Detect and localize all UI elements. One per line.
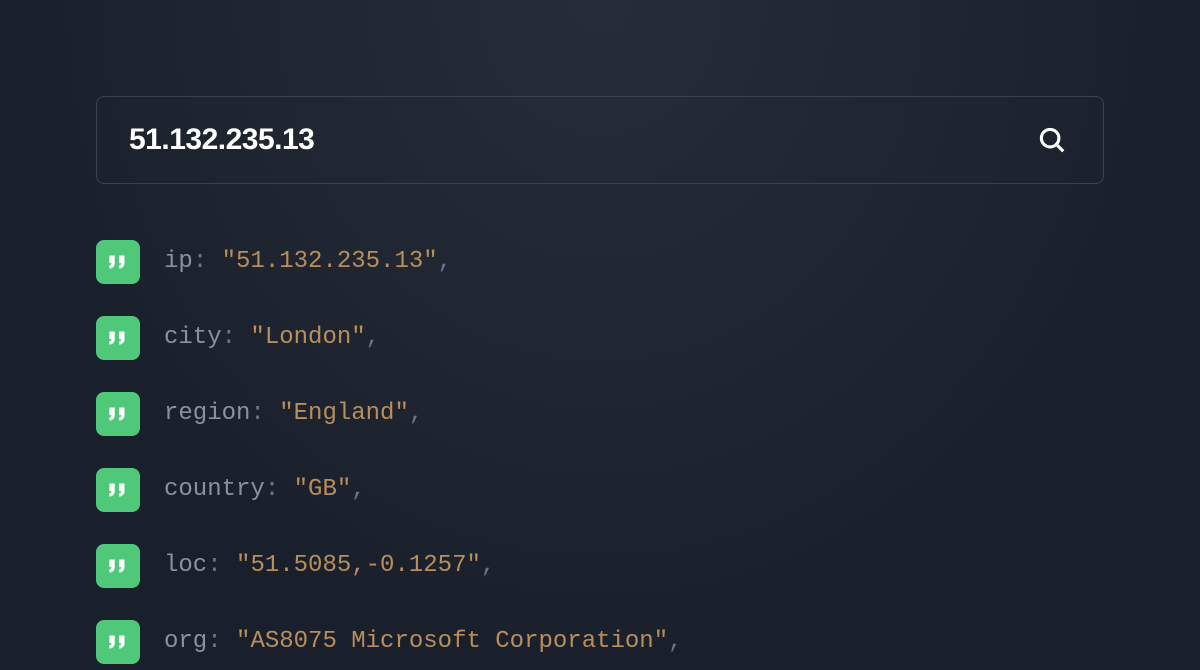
comma: , (481, 552, 495, 579)
colon: : (193, 248, 222, 275)
field-value: "GB" (294, 476, 352, 503)
quote-icon (96, 544, 140, 588)
quote-icon (96, 240, 140, 284)
comma: , (366, 324, 380, 351)
field-value: "AS8075 Microsoft Corporation" (236, 628, 668, 655)
comma: , (351, 476, 365, 503)
result-row: city: "London", (96, 316, 1104, 360)
field-key: city (164, 324, 222, 351)
field-key: region (164, 400, 250, 427)
search-input[interactable] (129, 123, 1033, 157)
quote-icon (96, 620, 140, 664)
colon: : (265, 476, 294, 503)
colon: : (207, 628, 236, 655)
field-value: "London" (250, 324, 365, 351)
result-row: ip: "51.132.235.13", (96, 240, 1104, 284)
search-button[interactable] (1033, 121, 1071, 159)
result-row: org: "AS8075 Microsoft Corporation", (96, 620, 1104, 664)
result-text: ip: "51.132.235.13", (164, 248, 452, 277)
colon: : (250, 400, 279, 427)
field-value: "51.132.235.13" (222, 248, 438, 275)
colon: : (222, 324, 251, 351)
result-text: loc: "51.5085,-0.1257", (164, 552, 495, 581)
field-key: country (164, 476, 265, 503)
search-icon (1037, 125, 1067, 155)
comma: , (668, 628, 682, 655)
result-row: country: "GB", (96, 468, 1104, 512)
field-key: ip (164, 248, 193, 275)
field-value: "51.5085,-0.1257" (236, 552, 481, 579)
result-text: city: "London", (164, 324, 380, 353)
result-row: region: "England", (96, 392, 1104, 436)
result-text: org: "AS8075 Microsoft Corporation", (164, 628, 683, 657)
field-value: "England" (279, 400, 409, 427)
field-key: loc (164, 552, 207, 579)
quote-icon (96, 468, 140, 512)
quote-icon (96, 392, 140, 436)
result-text: country: "GB", (164, 476, 366, 505)
colon: : (207, 552, 236, 579)
main-panel: ip: "51.132.235.13", city: "London", reg… (0, 0, 1200, 664)
result-text: region: "England", (164, 400, 423, 429)
comma: , (409, 400, 423, 427)
quote-icon (96, 316, 140, 360)
search-bar (96, 96, 1104, 184)
comma: , (438, 248, 452, 275)
field-key: org (164, 628, 207, 655)
result-row: loc: "51.5085,-0.1257", (96, 544, 1104, 588)
results-list: ip: "51.132.235.13", city: "London", reg… (96, 240, 1104, 664)
